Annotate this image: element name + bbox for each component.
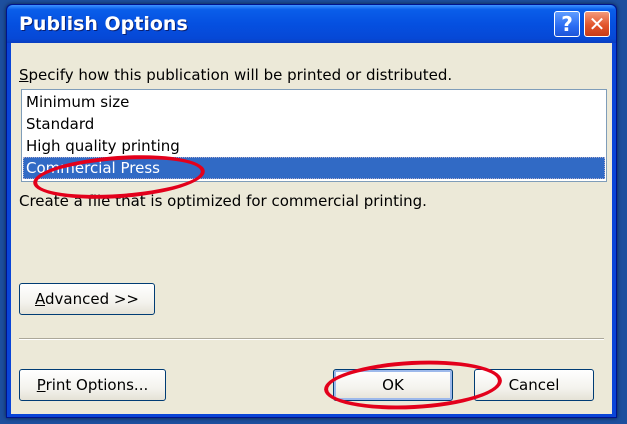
separator	[19, 338, 604, 340]
advanced-label: dvanced >>	[45, 290, 139, 308]
close-icon[interactable]: ✕	[584, 11, 610, 37]
publish-options-list[interactable]: Minimum size Standard High quality print…	[21, 89, 607, 182]
publish-options-dialog: Publish Options ? ✕ Specify how this pub…	[6, 4, 617, 418]
list-item-commercial-press[interactable]: Commercial Press	[23, 157, 605, 179]
instruction-text: pecify how this publication will be prin…	[28, 66, 453, 84]
option-description: Create a file that is optimized for comm…	[19, 192, 427, 210]
advanced-mnemonic: A	[35, 290, 45, 308]
instruction-label: Specify how this publication will be pri…	[19, 66, 452, 84]
advanced-button[interactable]: Advanced >>	[19, 283, 155, 315]
dialog-body: Specify how this publication will be pri…	[11, 43, 612, 414]
cancel-button[interactable]: Cancel	[474, 369, 594, 401]
title-bar[interactable]: Publish Options ? ✕	[7, 5, 616, 43]
print-options-label: rint Options...	[45, 376, 149, 394]
help-icon[interactable]: ?	[554, 11, 580, 37]
list-item-standard[interactable]: Standard	[23, 113, 605, 135]
ok-button[interactable]: OK	[333, 369, 453, 401]
print-options-mnemonic: P	[36, 376, 46, 394]
list-item-minimum-size[interactable]: Minimum size	[23, 91, 605, 113]
dialog-title: Publish Options	[19, 13, 188, 35]
list-item-high-quality-printing[interactable]: High quality printing	[23, 135, 605, 157]
print-options-button[interactable]: Print Options...	[19, 369, 166, 401]
instruction-mnemonic: S	[19, 66, 29, 84]
